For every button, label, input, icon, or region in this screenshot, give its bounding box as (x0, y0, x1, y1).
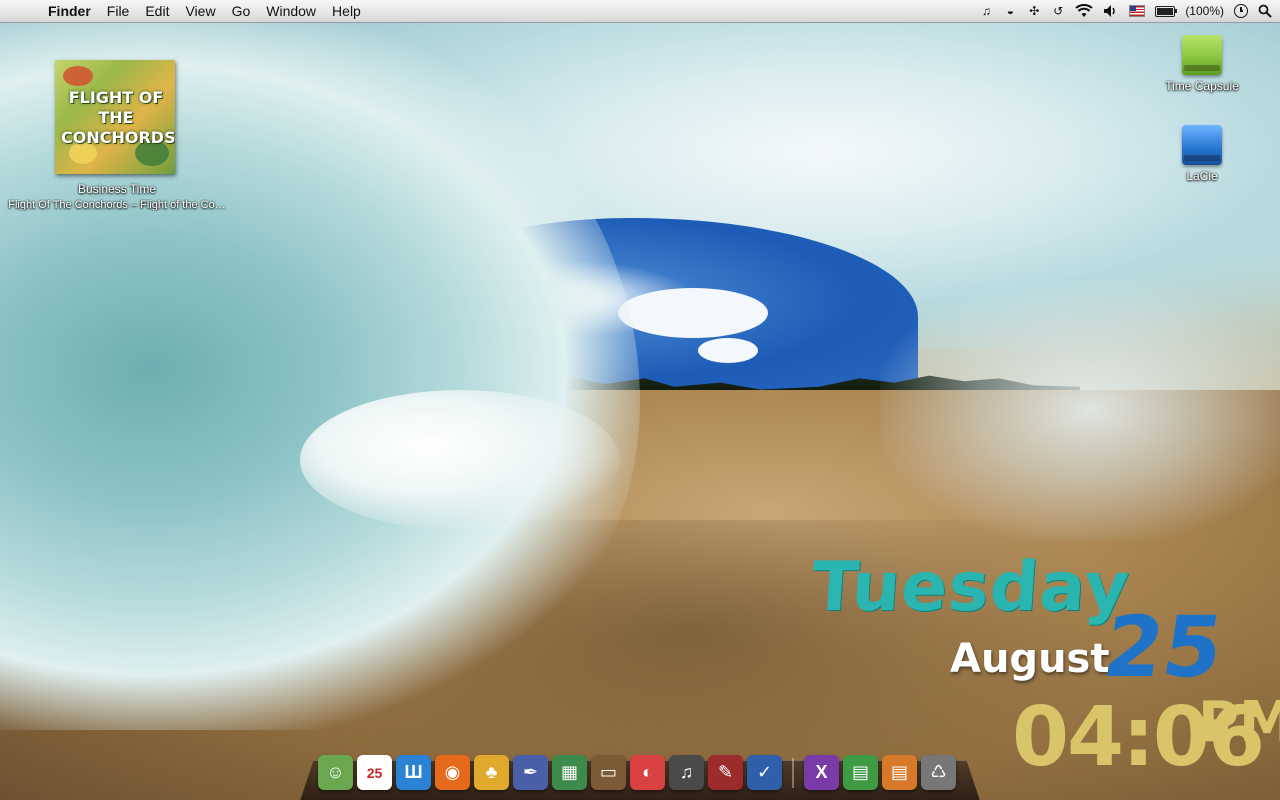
pen-tool-icon[interactable]: ✒ (513, 755, 548, 790)
widget-ampm: PM (1198, 690, 1280, 755)
menu-window[interactable]: Window (258, 0, 324, 22)
menu-go[interactable]: Go (224, 0, 259, 22)
menu-help[interactable]: Help (324, 0, 369, 22)
photo-icon[interactable]: ◐ (630, 755, 665, 790)
widget-date: 25 (1098, 598, 1229, 696)
drive-label: LaCie (1186, 169, 1218, 183)
wallpaper-spray (880, 280, 1280, 540)
finder-icon[interactable]: ☺ (318, 755, 353, 790)
keynote-icon[interactable]: ▭ (591, 755, 626, 790)
menu-view[interactable]: View (177, 0, 223, 22)
time-machine-icon[interactable]: ↺ (1051, 0, 1065, 22)
widget-month: August (950, 636, 1110, 682)
external-drive-icon (1182, 35, 1222, 75)
clock-icon[interactable] (1234, 0, 1248, 22)
now-playing-artist-album: Flight Of The Conchords – Flight of the … (8, 199, 226, 211)
menu-extras: ♫ ◒ ✣ ↺ (100%) (979, 0, 1272, 22)
widget-day: Tuesday (809, 548, 1133, 627)
folder-orange-icon[interactable]: ▤ (882, 755, 917, 790)
lamp-icon[interactable]: ◒ (1003, 0, 1017, 22)
ical-icon[interactable]: 25 (357, 755, 392, 790)
battery-percent[interactable]: (100%) (1185, 0, 1224, 22)
omnifocus-icon[interactable]: ✓ (747, 755, 782, 790)
wifi-icon[interactable] (1075, 0, 1093, 22)
external-drive-icon (1182, 125, 1222, 165)
menu-edit[interactable]: Edit (137, 0, 177, 22)
drive-lacie[interactable]: LaCie (1152, 125, 1252, 183)
script-icon[interactable]: ✎ (708, 755, 743, 790)
album-cover-title: FLIGHT OF THE CONCHORDS (61, 88, 175, 147)
wallpaper-foam (300, 390, 620, 530)
firefox-icon[interactable]: ◉ (435, 755, 470, 790)
apple-menu[interactable] (0, 0, 40, 22)
folder-green-icon[interactable]: ▤ (843, 755, 878, 790)
trash-icon[interactable]: ♺ (921, 755, 956, 790)
battery-icon[interactable] (1155, 0, 1178, 22)
menu-finder[interactable]: Finder (40, 0, 99, 22)
album-cover[interactable]: FLIGHT OF THE CONCHORDS (55, 60, 175, 174)
drive-time-capsule[interactable]: Time Capsule (1152, 35, 1252, 93)
wordpress-icon[interactable]: Ш (396, 755, 431, 790)
music-note-icon[interactable]: ♫ (979, 0, 993, 22)
dock-separator (792, 758, 794, 788)
spotlight-icon[interactable] (1258, 0, 1272, 22)
dock-icons: ☺ 25 Ш ◉ ♣ ✒ ▦ ▭ ◐ ♫ ✎ ✓ X ▤ ▤ ♺ (318, 750, 956, 790)
now-playing-track: Business Time (77, 182, 157, 196)
adium-icon[interactable]: ♣ (474, 755, 509, 790)
xcode-icon[interactable]: X (804, 755, 839, 790)
move-icon[interactable]: ✣ (1027, 0, 1041, 22)
album-artwork-widget[interactable]: FLIGHT OF THE CONCHORDS (55, 60, 191, 175)
menu-bar: Finder File Edit View Go Window Help ♫ ◒… (0, 0, 1280, 23)
input-flag-icon[interactable] (1129, 0, 1146, 22)
itunes-icon[interactable]: ♫ (669, 755, 704, 790)
volume-icon[interactable] (1103, 0, 1119, 22)
menu-file[interactable]: File (99, 0, 138, 22)
drive-label: Time Capsule (1165, 79, 1239, 93)
charts-icon[interactable]: ▦ (552, 755, 587, 790)
